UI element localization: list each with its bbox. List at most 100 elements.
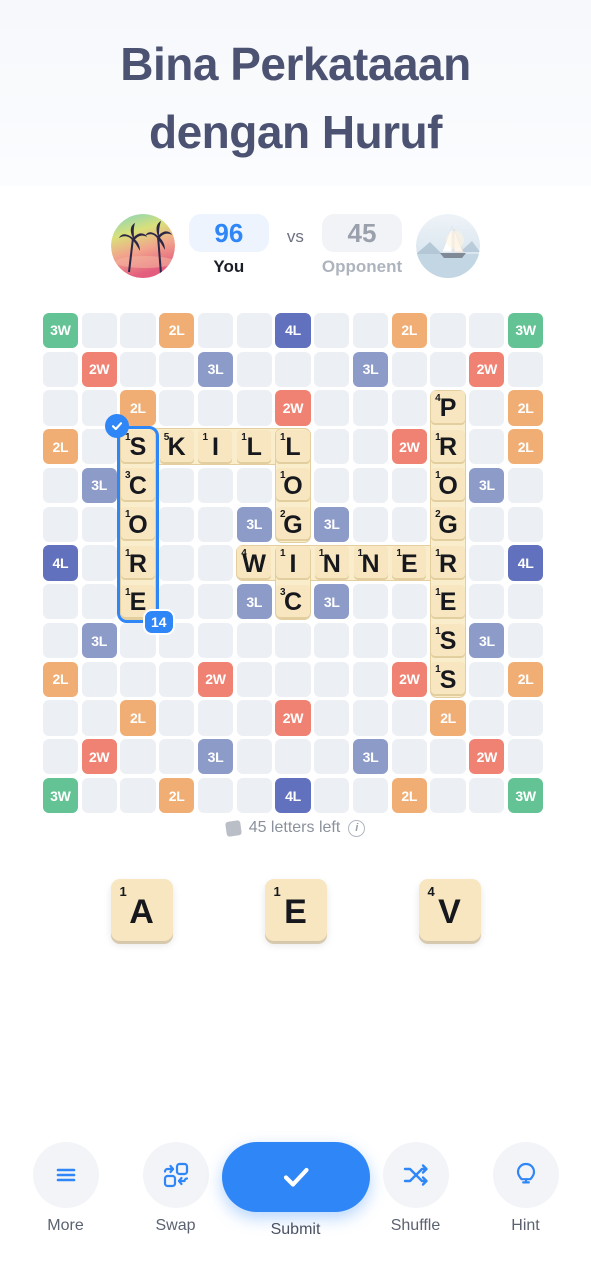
board-cell[interactable]	[157, 350, 196, 389]
board-cell[interactable]	[390, 621, 429, 660]
board-tile-r[interactable]: 1R	[431, 546, 466, 580]
shuffle-button[interactable]: Shuffle	[361, 1142, 471, 1235]
board-cell-bonus-2l[interactable]: 2L	[506, 427, 545, 466]
board-cell[interactable]	[351, 427, 390, 466]
board-tile-c[interactable]: 3C	[276, 584, 310, 619]
board-cell-bonus-4l[interactable]: 4L	[41, 544, 80, 583]
board-cell[interactable]	[41, 582, 80, 621]
board-cell[interactable]	[274, 621, 313, 660]
board-cell[interactable]	[235, 466, 274, 505]
board-cell[interactable]	[429, 350, 468, 389]
board-cell[interactable]	[351, 621, 390, 660]
board-cell-bonus-2w[interactable]: 2W	[390, 660, 429, 699]
submit-button-pill[interactable]	[221, 1142, 370, 1212]
board-tile-o[interactable]: 1O	[431, 468, 466, 503]
board-cell[interactable]	[467, 699, 506, 738]
board-cell[interactable]	[506, 737, 545, 776]
board-cell[interactable]	[351, 505, 390, 544]
board-cell[interactable]	[351, 389, 390, 428]
board-cell[interactable]	[506, 466, 545, 505]
board-cell[interactable]	[506, 699, 545, 738]
board-cell[interactable]	[506, 582, 545, 621]
board-cell-bonus-2l[interactable]: 2L	[41, 427, 80, 466]
board-cell[interactable]	[312, 350, 351, 389]
avatar-opponent-sailboat-icon[interactable]	[416, 214, 481, 278]
board-cell-bonus-4l[interactable]: 4L	[506, 544, 545, 583]
board-cell[interactable]	[235, 389, 274, 428]
board-cell[interactable]	[274, 737, 313, 776]
board-cell[interactable]	[467, 505, 506, 544]
board-cell[interactable]	[235, 311, 274, 350]
board-cell-bonus-2l[interactable]: 2L	[41, 660, 80, 699]
board-cell[interactable]	[196, 582, 235, 621]
board-cell[interactable]	[235, 660, 274, 699]
rack-tile-e[interactable]: 1E	[264, 879, 327, 941]
hint-button[interactable]: Hint	[471, 1142, 581, 1235]
more-button[interactable]: More	[11, 1142, 121, 1235]
board-tile-e[interactable]: 1E	[392, 546, 427, 580]
board-cell[interactable]	[196, 466, 235, 505]
board-cell[interactable]	[274, 660, 313, 699]
board-tile-l[interactable]: 1L	[276, 429, 310, 464]
board-tile-w[interactable]: 4W	[237, 546, 272, 580]
board-cell-bonus-2w[interactable]: 2W	[274, 389, 313, 428]
board-cell[interactable]	[157, 660, 196, 699]
board-cell-bonus-2l[interactable]: 2L	[506, 389, 545, 428]
board-tile-c[interactable]: 3C	[120, 468, 155, 503]
board-cell[interactable]	[119, 776, 158, 815]
board-cell-bonus-3l[interactable]: 3L	[312, 582, 351, 621]
board-cell[interactable]	[429, 776, 468, 815]
rack-tile-a[interactable]: 1A	[110, 879, 173, 941]
board-cell-bonus-2w[interactable]: 2W	[467, 350, 506, 389]
board-cell[interactable]	[312, 427, 351, 466]
board-tile-i[interactable]: 1I	[198, 429, 233, 464]
board-cell-bonus-2l[interactable]: 2L	[429, 699, 468, 738]
board-cell[interactable]	[467, 544, 506, 583]
board-cell[interactable]	[41, 699, 80, 738]
board-cell[interactable]	[196, 621, 235, 660]
board-cell[interactable]	[119, 311, 158, 350]
board-cell[interactable]	[312, 776, 351, 815]
board-cell-bonus-2w[interactable]: 2W	[467, 737, 506, 776]
board-cell[interactable]	[390, 350, 429, 389]
board-cell[interactable]	[351, 466, 390, 505]
board-cell[interactable]	[312, 737, 351, 776]
board-cell[interactable]	[390, 699, 429, 738]
board-cell-bonus-3w[interactable]: 3W	[506, 776, 545, 815]
board-cell-bonus-2w[interactable]: 2W	[80, 737, 119, 776]
submit-button[interactable]: Submit	[221, 1142, 370, 1239]
board-cell[interactable]	[157, 699, 196, 738]
board-tile-k[interactable]: 5K	[159, 429, 194, 464]
board-cell[interactable]	[467, 389, 506, 428]
board-cell[interactable]	[351, 311, 390, 350]
board-cell[interactable]	[196, 311, 235, 350]
board-cell[interactable]	[119, 737, 158, 776]
board-cell[interactable]	[312, 389, 351, 428]
board-cell-bonus-2w[interactable]: 2W	[274, 699, 313, 738]
board-cell[interactable]	[235, 699, 274, 738]
board-cell[interactable]	[429, 311, 468, 350]
board-cell-bonus-3l[interactable]: 3L	[196, 737, 235, 776]
board-cell-bonus-3l[interactable]: 3L	[80, 466, 119, 505]
board-cell-bonus-3l[interactable]: 3L	[351, 350, 390, 389]
board-cell-bonus-3l[interactable]: 3L	[351, 737, 390, 776]
board-cell[interactable]	[351, 660, 390, 699]
board-tile-s[interactable]: 1S	[120, 429, 155, 464]
board-cell[interactable]	[119, 660, 158, 699]
board-cell[interactable]	[157, 466, 196, 505]
board-cell[interactable]	[196, 544, 235, 583]
board-cell[interactable]	[351, 582, 390, 621]
board-tile-s[interactable]: 1S	[431, 623, 466, 658]
board-tile-n[interactable]: 1N	[314, 546, 349, 580]
board-tile-g[interactable]: 2G	[276, 507, 310, 542]
board-cell-bonus-3l[interactable]: 3L	[235, 505, 274, 544]
board-tile-g[interactable]: 2G	[431, 507, 466, 542]
board-tile-i[interactable]: 1I	[276, 546, 310, 580]
more-button-circle[interactable]	[32, 1142, 99, 1208]
board-cell[interactable]	[196, 389, 235, 428]
tile-rack[interactable]: 1A1E4V	[0, 850, 591, 970]
board-cell[interactable]	[467, 582, 506, 621]
board-cell-bonus-2l[interactable]: 2L	[390, 776, 429, 815]
board-cell[interactable]	[390, 505, 429, 544]
board-cell-bonus-2l[interactable]: 2L	[119, 699, 158, 738]
